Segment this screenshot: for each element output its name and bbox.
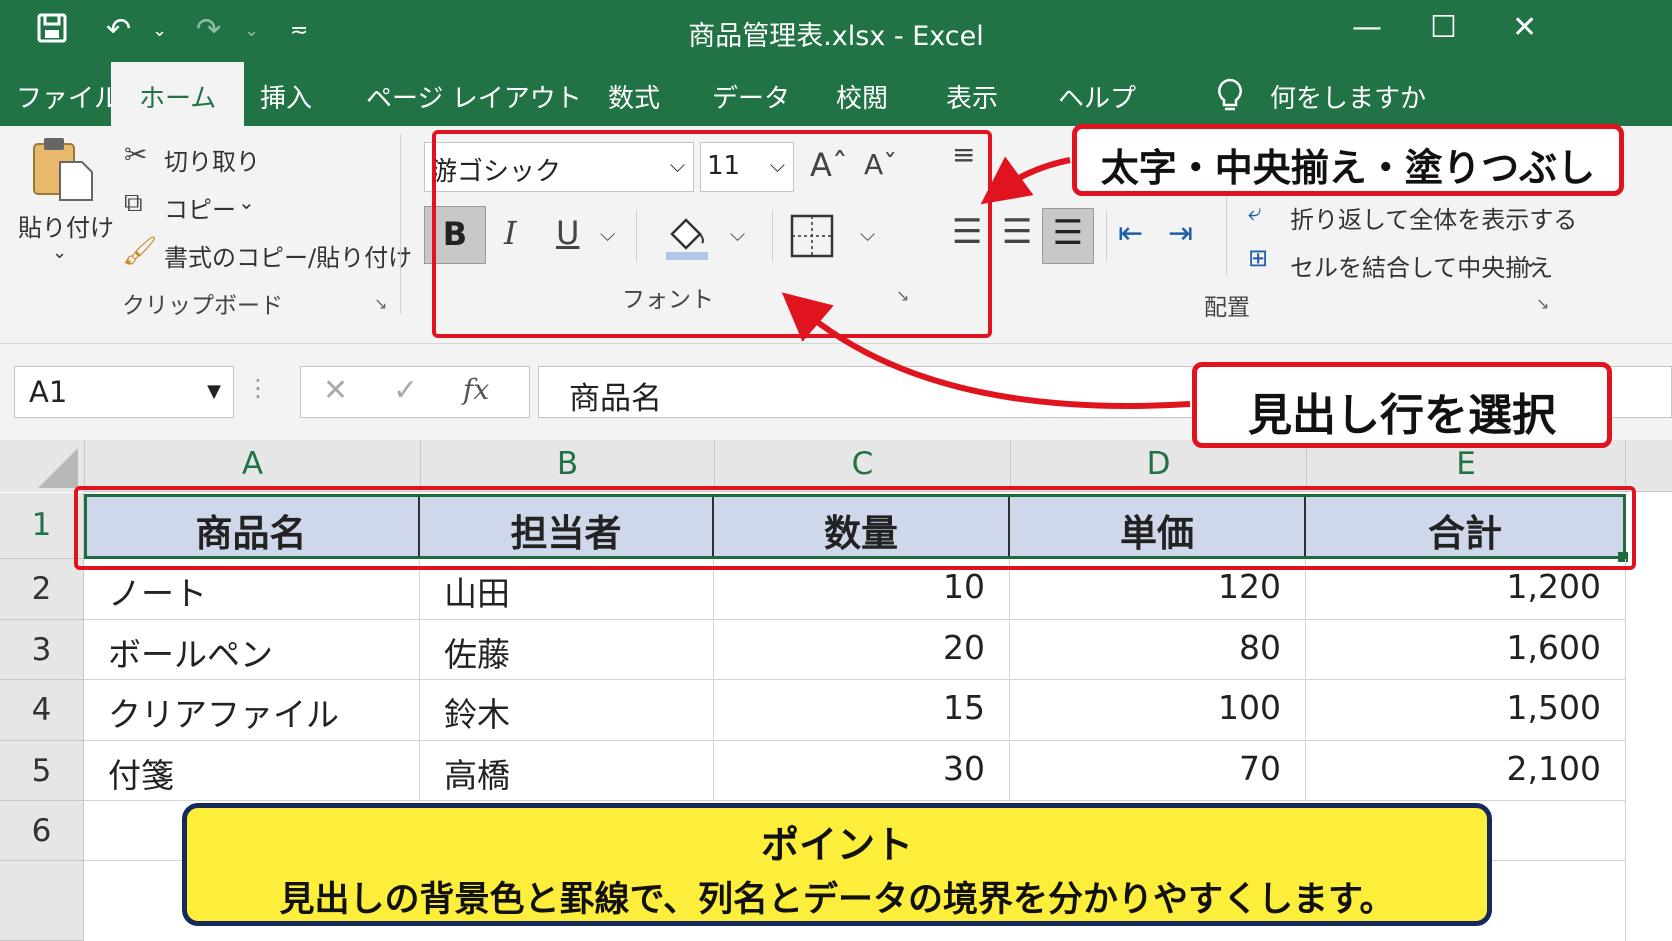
callout-arrows [781,156,1191,409]
arrow-to-font-group [980,156,1071,205]
point-note: ポイント 見出しの背景色と罫線で、列名とデータの境界を分かりやすくします。 [182,803,1492,926]
note-title: ポイント [760,823,913,867]
note-body: 見出しの背景色と罫線で、列名とデータの境界を分かりやすくします。 [279,880,1395,920]
arrow-to-ribbon [781,292,1191,409]
